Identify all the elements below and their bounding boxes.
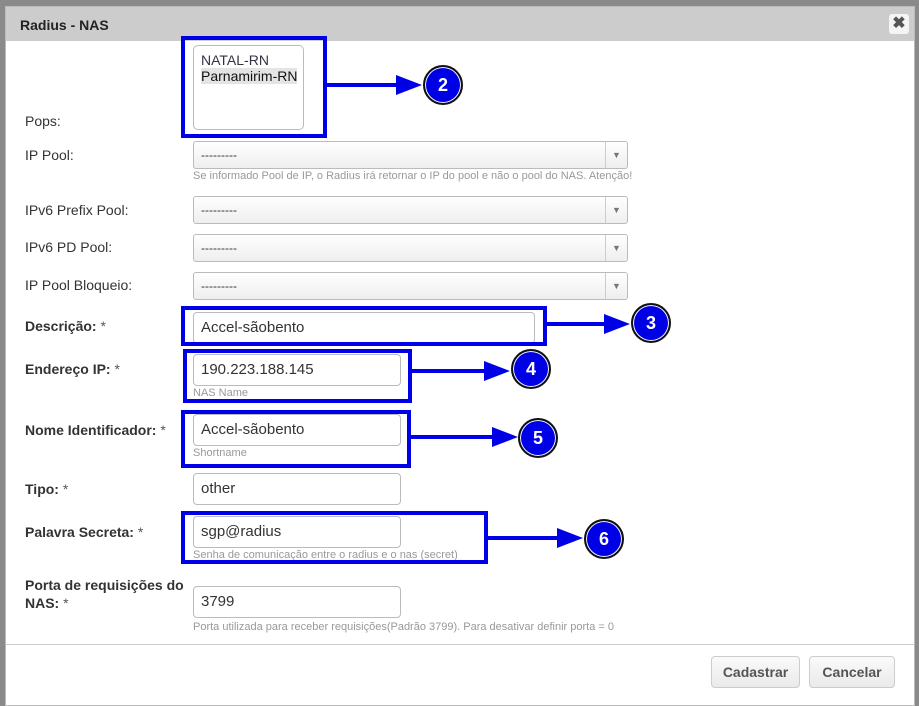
- pops-label: Pops:: [25, 113, 61, 129]
- ip-pool-help: Se informado Pool de IP, o Radius irá re…: [193, 170, 633, 182]
- ipv6-pd-pool-select[interactable]: --------- ▼: [193, 234, 628, 262]
- endereco-ip-label: Endereço IP: *: [25, 361, 120, 377]
- annotation-arrow-6: [487, 536, 559, 540]
- tipo-label: Tipo: *: [25, 481, 69, 497]
- ipv6-pd-pool-label: IPv6 PD Pool:: [25, 239, 113, 255]
- porta-label: Porta de requisições do NAS: *: [25, 577, 184, 611]
- ip-pool-bloqueio-value: ---------: [201, 279, 237, 293]
- ipv6-prefix-pool-label: IPv6 Prefix Pool:: [25, 202, 129, 218]
- porta-help: Porta utilizada para receber requisições…: [193, 621, 614, 633]
- annotation-box-4: [183, 349, 412, 403]
- nome-identificador-label: Nome Identificador: *: [25, 422, 166, 438]
- arrow-head-icon: [484, 361, 510, 381]
- annotation-badge-2: 2: [423, 65, 463, 105]
- cancelar-button[interactable]: Cancelar: [809, 656, 895, 688]
- ipv6-prefix-pool-select[interactable]: --------- ▼: [193, 196, 628, 224]
- annotation-badge-4: 4: [511, 349, 551, 389]
- footer-divider: [6, 644, 914, 645]
- annotation-box-3: [181, 306, 547, 346]
- annotation-arrow-3: [546, 322, 606, 326]
- porta-input[interactable]: 3799: [193, 586, 401, 618]
- annotation-box-5: [181, 410, 411, 468]
- dialog-title: Radius - NAS: [20, 17, 109, 33]
- annotation-arrow-4: [411, 369, 486, 373]
- ipv6-pd-pool-value: ---------: [201, 241, 237, 255]
- close-icon[interactable]: ✖: [889, 14, 909, 34]
- annotation-badge-3: 3: [631, 303, 671, 343]
- annotation-box-2: [181, 36, 327, 138]
- arrow-head-icon: [396, 75, 422, 95]
- chevron-down-icon: ▼: [605, 142, 627, 168]
- annotation-box-6: [181, 511, 488, 564]
- annotation-arrow-5: [410, 435, 494, 439]
- annotation-badge-5: 5: [518, 418, 558, 458]
- cadastrar-button[interactable]: Cadastrar: [711, 656, 800, 688]
- chevron-down-icon: ▼: [605, 273, 627, 299]
- arrow-head-icon: [492, 427, 518, 447]
- tipo-input[interactable]: other: [193, 473, 401, 505]
- ip-pool-select[interactable]: --------- ▼: [193, 141, 628, 169]
- ip-pool-label: IP Pool:: [25, 147, 74, 163]
- arrow-head-icon: [557, 528, 583, 548]
- arrow-head-icon: [604, 314, 630, 334]
- ip-pool-bloqueio-select[interactable]: --------- ▼: [193, 272, 628, 300]
- dialog-header: Radius - NAS ✖: [6, 7, 914, 41]
- ip-pool-bloqueio-label: IP Pool Bloqueio:: [25, 277, 133, 293]
- chevron-down-icon: ▼: [605, 197, 627, 223]
- palavra-secreta-label: Palavra Secreta: *: [25, 524, 144, 540]
- ip-pool-value: ---------: [201, 148, 237, 162]
- ipv6-prefix-pool-value: ---------: [201, 203, 237, 217]
- annotation-arrow-2: [326, 83, 398, 87]
- chevron-down-icon: ▼: [605, 235, 627, 261]
- descricao-label: Descrição: *: [25, 318, 106, 334]
- annotation-badge-6: 6: [584, 519, 624, 559]
